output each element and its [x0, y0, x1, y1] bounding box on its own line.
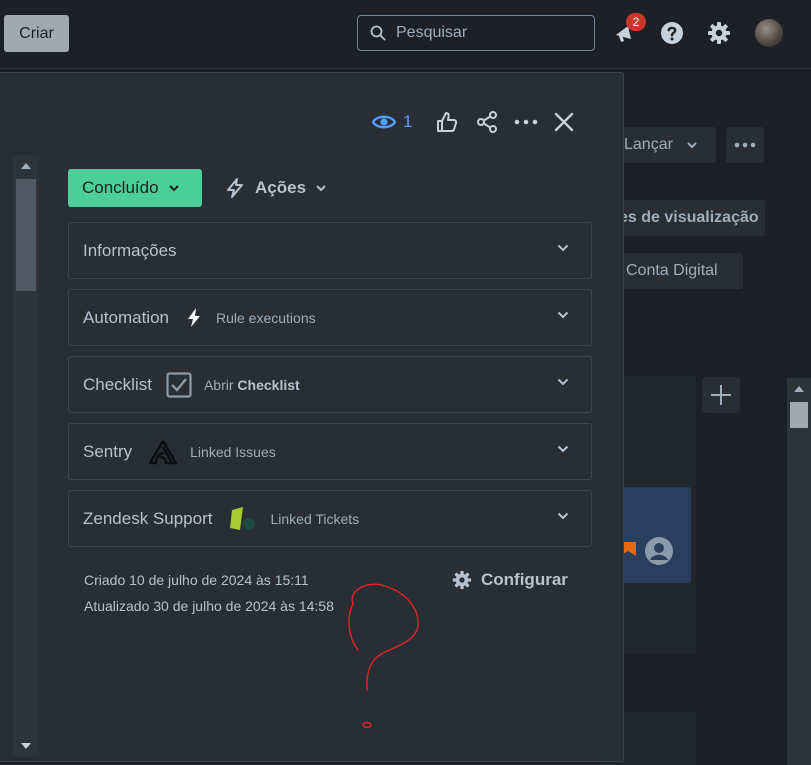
question-mark-annotation [348, 583, 419, 729]
